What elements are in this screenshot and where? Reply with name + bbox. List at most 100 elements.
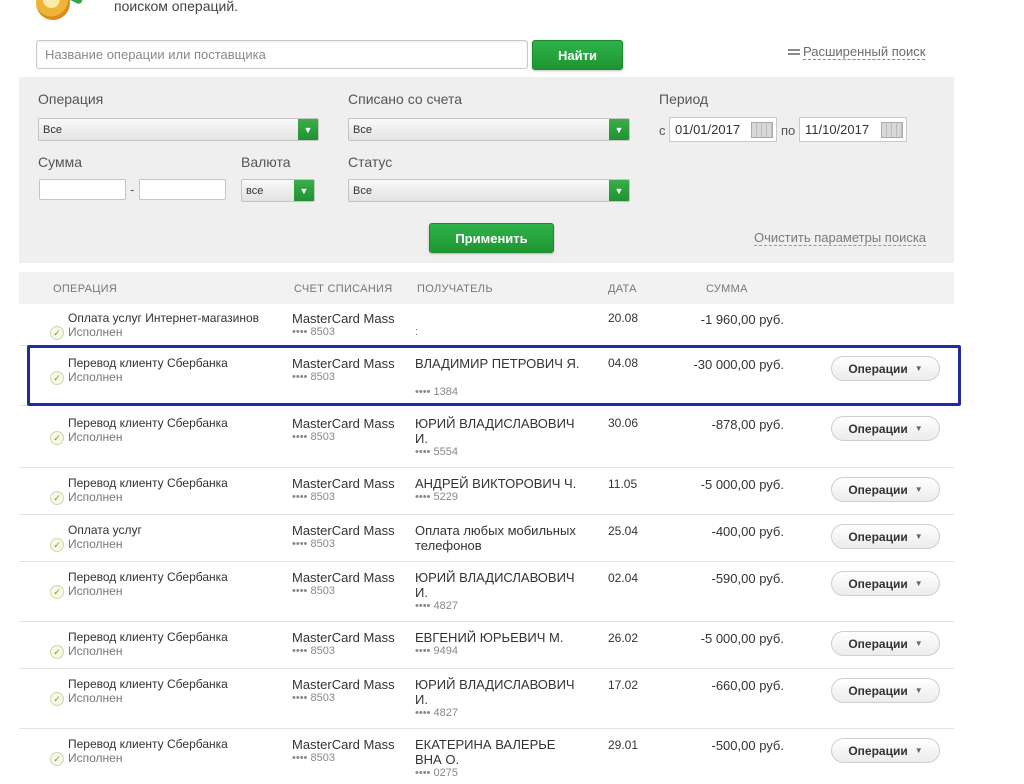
operations-button-label: Операции — [848, 576, 908, 591]
chevron-down-icon: ▼ — [914, 532, 923, 541]
find-button[interactable]: Найти — [532, 40, 623, 70]
amount-from-input[interactable] — [39, 179, 126, 200]
operations-button-label: Операции — [848, 743, 908, 758]
clear-filters-link[interactable]: Очистить параметры поиска — [754, 230, 927, 246]
row-date: 26.02 — [608, 631, 639, 645]
operations-button[interactable]: Операции ▼ — [831, 477, 940, 502]
row-date: 25.04 — [608, 524, 639, 538]
amount-dash: - — [130, 182, 135, 197]
row-status: Исполнен — [68, 430, 123, 444]
row-recipient-extra: •••• 4827 — [415, 600, 458, 612]
row-status: Исполнен — [68, 584, 123, 598]
chevron-down-icon: ▼ — [914, 746, 923, 755]
table-row[interactable]: Перевод клиенту Сбербанка ✓ Исполнен Mas… — [19, 669, 954, 729]
chevron-down-icon: ▼ — [609, 119, 629, 140]
amount-to-input[interactable] — [139, 179, 226, 200]
row-operation: Перевод клиенту Сбербанка — [68, 570, 228, 584]
row-recipient-extra: : — [415, 326, 419, 338]
row-operation: Перевод клиенту Сбербанка — [68, 677, 228, 691]
filter-icon — [788, 47, 800, 57]
chevron-down-icon: ▼ — [914, 485, 923, 494]
row-date: 02.04 — [608, 571, 639, 585]
currency-label: Валюта — [241, 154, 291, 170]
row-status: Исполнен — [68, 325, 123, 339]
row-card: •••• 8503 — [292, 431, 335, 443]
operations-button[interactable]: Операции ▼ — [831, 524, 940, 549]
row-status: Исполнен — [68, 537, 123, 551]
row-operation: Оплата услуг Интернет-магазинов — [68, 311, 260, 325]
search-input[interactable] — [36, 40, 528, 69]
row-card: •••• 8503 — [292, 585, 335, 597]
row-card: •••• 8503 — [292, 326, 335, 338]
header-operation: ОПЕРАЦИЯ — [53, 283, 118, 295]
table-row[interactable]: Оплата услуг Интернет-магазинов ✓ Исполн… — [19, 304, 954, 346]
table-row[interactable]: Перевод клиенту Сбербанка ✓ Исполнен Mas… — [19, 346, 954, 406]
check-icon: ✓ — [50, 752, 64, 766]
check-icon: ✓ — [50, 371, 64, 385]
row-amount: -590,00 руб. — [711, 571, 785, 586]
row-status: Исполнен — [68, 751, 123, 765]
operations-button[interactable]: Операции ▼ — [831, 631, 940, 656]
period-from-field[interactable]: 01/01/2017 — [669, 117, 777, 142]
chevron-down-icon: ▼ — [914, 364, 923, 373]
operations-button-label: Операции — [848, 683, 908, 698]
operations-button[interactable]: Операции ▼ — [831, 571, 940, 596]
table-row[interactable]: Перевод клиенту Сбербанка ✓ Исполнен Mas… — [19, 406, 954, 468]
period-to-value: 11/10/2017 — [805, 122, 870, 137]
row-status: Исполнен — [68, 644, 123, 658]
row-amount: -30 000,00 руб. — [693, 357, 784, 372]
row-operation: Перевод клиенту Сбербанка — [68, 416, 228, 430]
period-label: Период — [659, 91, 709, 107]
table-row[interactable]: Перевод клиенту Сбербанка ✓ Исполнен Mas… — [19, 468, 954, 515]
row-date: 17.02 — [608, 678, 639, 692]
row-recipient-extra: •••• 1384 — [415, 386, 458, 398]
account-select[interactable]: Все ▼ — [348, 118, 630, 141]
chevron-down-icon: ▼ — [914, 686, 923, 695]
header-recipient: ПОЛУЧАТЕЛЬ — [417, 283, 493, 295]
operations-button-label: Операции — [848, 421, 908, 436]
currency-select-value: все — [246, 184, 264, 197]
period-to-field[interactable]: 11/10/2017 — [799, 117, 907, 142]
row-recipient: ЮРИЙ ВЛАДИСЛАВОВИЧ И. — [415, 570, 575, 600]
operations-button[interactable]: Операции ▼ — [831, 416, 940, 441]
chevron-down-icon: ▼ — [914, 579, 923, 588]
operations-button-label: Операции — [848, 529, 908, 544]
row-operation: Перевод клиенту Сбербанка — [68, 356, 228, 370]
chevron-down-icon: ▼ — [609, 180, 629, 201]
operations-button[interactable]: Операции ▼ — [831, 356, 940, 381]
calendar-icon[interactable] — [751, 121, 773, 138]
row-recipient-extra: •••• 0275 — [415, 767, 458, 779]
row-amount: -660,00 руб. — [711, 678, 785, 693]
table-row[interactable]: Оплата услуг ✓ Исполнен MasterCard Mass … — [19, 515, 954, 562]
table-row[interactable]: Перевод клиенту Сбербанка ✓ Исполнен Mas… — [19, 562, 954, 622]
amount-label: Сумма — [38, 154, 82, 170]
chevron-down-icon: ▼ — [914, 424, 923, 433]
apply-button[interactable]: Применить — [429, 223, 554, 253]
currency-select[interactable]: все ▼ — [241, 179, 315, 202]
advanced-search-link[interactable]: Расширенный поиск — [788, 44, 926, 60]
row-recipient-extra: •••• 4827 — [415, 707, 458, 719]
status-select[interactable]: Все ▼ — [348, 179, 630, 202]
row-operation: Перевод клиенту Сбербанка — [68, 476, 228, 490]
operation-select[interactable]: Все ▼ — [38, 118, 319, 141]
chevron-down-icon: ▼ — [298, 119, 318, 140]
row-amount: -1 960,00 руб. — [700, 312, 784, 327]
check-icon: ✓ — [50, 585, 64, 599]
row-recipient: Оплата любых мобильных телефонов — [415, 523, 576, 553]
row-date: 11.05 — [608, 477, 638, 491]
table-header: ОПЕРАЦИЯ СЧЕТ СПИСАНИЯ ПОЛУЧАТЕЛЬ ДАТА С… — [19, 272, 954, 304]
table-row[interactable]: Перевод клиенту Сбербанка ✓ Исполнен Mas… — [19, 622, 954, 669]
row-status: Исполнен — [68, 370, 123, 384]
operations-button[interactable]: Операции ▼ — [831, 738, 940, 763]
row-recipient: ЕКАТЕРИНА ВАЛЕРЬЕ ВНА О. — [415, 737, 556, 767]
advanced-search-label: Расширенный поиск — [803, 44, 926, 60]
row-card: •••• 8503 — [292, 371, 335, 383]
table-row[interactable]: Перевод клиенту Сбербанка ✓ Исполнен Mas… — [19, 729, 954, 784]
operations-button[interactable]: Операции ▼ — [831, 678, 940, 703]
row-operation: Оплата услуг — [68, 523, 142, 537]
row-card: •••• 8503 — [292, 491, 335, 503]
calendar-icon[interactable] — [881, 121, 903, 138]
header-text: поиском операций. — [114, 0, 239, 14]
row-account: MasterCard Mass — [292, 523, 395, 538]
row-account: MasterCard Mass — [292, 677, 395, 692]
